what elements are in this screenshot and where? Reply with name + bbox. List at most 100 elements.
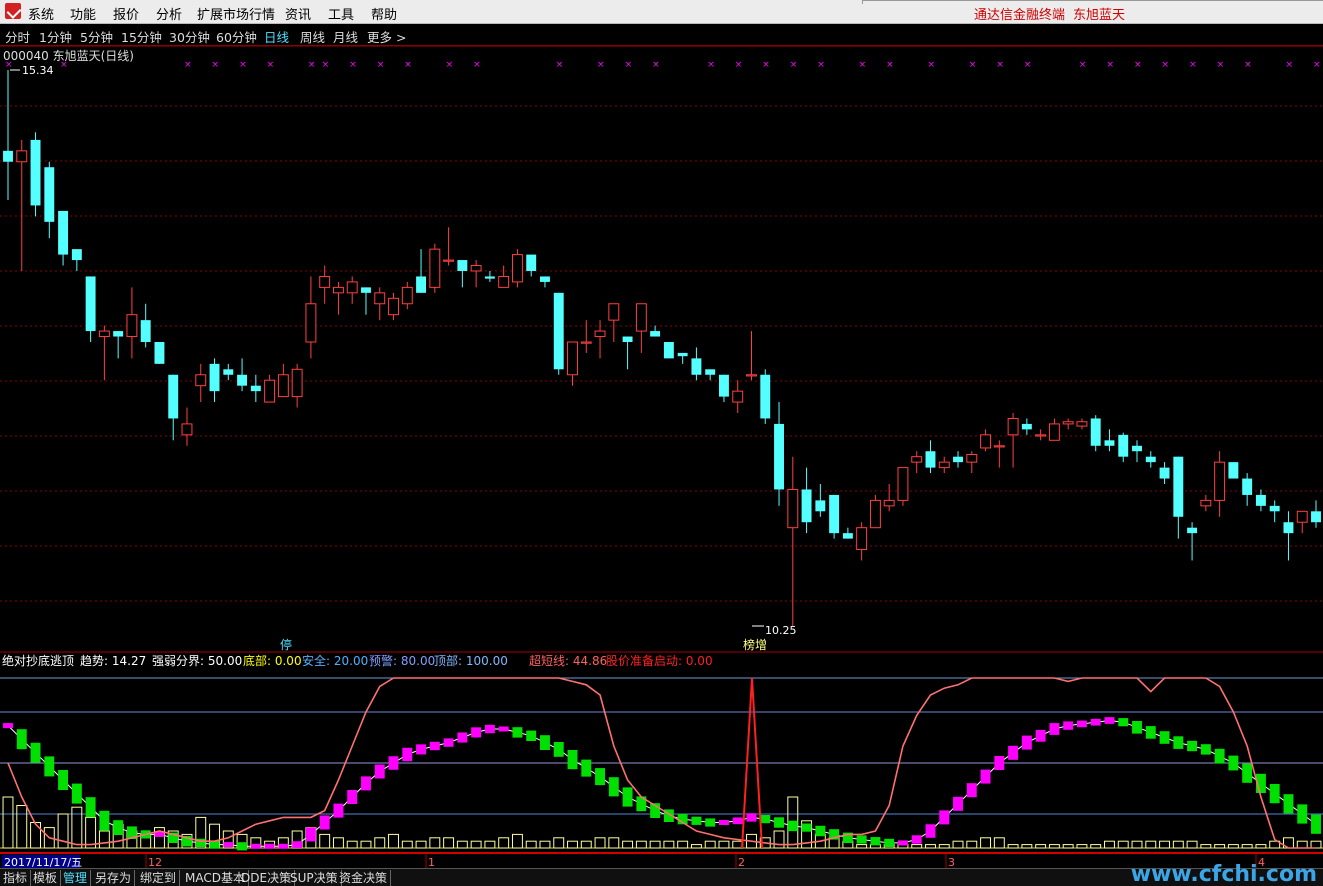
trend-block-rising xyxy=(471,727,482,738)
trend-block-rising xyxy=(994,756,1005,770)
volume-bar xyxy=(1241,844,1253,849)
trend-block-falling xyxy=(595,768,605,786)
trend-block-falling xyxy=(1187,740,1198,752)
period-tab-15min[interactable]: 15分钟 xyxy=(121,27,162,46)
signal-x-mark: × xyxy=(790,60,798,70)
trend-block-rising xyxy=(1008,745,1019,760)
volume-bar xyxy=(1007,844,1019,849)
period-tab-1min[interactable]: 1分钟 xyxy=(39,27,72,46)
footer-tab-manage[interactable]: 管理 xyxy=(60,870,92,886)
trend-block-rising xyxy=(953,796,963,811)
trend-block-rising xyxy=(732,817,743,825)
trend-block-falling xyxy=(237,842,248,851)
period-toolbar: 分时 1分钟 5分钟 15分钟 30分钟 60分钟 日线 周线 月线 更多 > xyxy=(0,24,1323,46)
candle-body-down xyxy=(30,139,41,206)
candle-body-down xyxy=(540,276,550,282)
candle-body-down xyxy=(1173,456,1184,517)
period-tab-monthly[interactable]: 月线 xyxy=(333,27,358,46)
signal-x-mark: × xyxy=(625,60,633,70)
trend-block-rising xyxy=(429,741,440,751)
date-tick-label: 2 xyxy=(738,856,745,868)
period-tab-5min[interactable]: 5分钟 xyxy=(80,27,113,46)
footer-tab-template[interactable]: 模板 xyxy=(30,870,62,886)
trend-block-rising xyxy=(980,769,991,784)
trend-block-falling xyxy=(1145,726,1156,739)
trend-block-rising xyxy=(374,764,385,779)
volume-bar xyxy=(608,837,620,849)
signal-x-mark: × xyxy=(267,60,275,70)
trend-block-falling xyxy=(622,787,633,807)
period-tab-daily[interactable]: 日线 xyxy=(264,27,289,46)
trend-block-falling xyxy=(787,820,798,832)
volume-bar xyxy=(1062,844,1074,849)
trend-block-falling xyxy=(608,777,619,797)
candle-body-up xyxy=(443,259,455,262)
menu-item-news[interactable]: 资讯 xyxy=(285,4,311,23)
menu-item-help[interactable]: 帮助 xyxy=(371,4,397,23)
volume-bar xyxy=(1255,844,1267,849)
candle-body-down xyxy=(1021,423,1032,430)
signal-x-mark: × xyxy=(60,60,68,70)
period-tab-timeshare[interactable]: 分时 xyxy=(5,27,30,46)
period-tab-weekly[interactable]: 周线 xyxy=(300,27,325,46)
volume-bar xyxy=(1117,840,1129,849)
trend-block-falling xyxy=(30,742,41,763)
signal-x-mark: × xyxy=(1162,60,1170,70)
volume-bar xyxy=(1227,844,1239,849)
volume-bar xyxy=(911,844,923,849)
volume-bar xyxy=(16,805,28,849)
volume-bar xyxy=(388,833,399,849)
menu-item-function[interactable]: 功能 xyxy=(70,4,96,23)
trend-block-falling xyxy=(581,759,592,777)
period-tab-more[interactable]: 更多 > xyxy=(367,27,406,46)
signal-x-mark: × xyxy=(1217,60,1225,70)
indicator-header: 绝对抄底逃顶 趋势: 14.27 强弱分界: 50.00 底部: 0.00 安全: 20… xyxy=(2,653,713,668)
volume-bar xyxy=(1186,840,1198,849)
signal-x-mark: × xyxy=(1244,60,1252,70)
volume-bar xyxy=(966,840,978,849)
volume-bar xyxy=(925,844,936,849)
candle-body-up xyxy=(1076,421,1088,427)
candle-body-up xyxy=(374,292,386,305)
candle-body-down xyxy=(1090,418,1101,446)
period-tab-30min[interactable]: 30分钟 xyxy=(169,27,210,46)
signal-x-mark: × xyxy=(969,60,977,70)
signal-x-mark: × xyxy=(5,60,13,70)
candle-body-down xyxy=(801,489,812,523)
indicator-value-label: 预警: 80.00 xyxy=(369,653,435,668)
signal-markers: × × × × × × × × × × × × × × × × × × × × × × × × × × × × × × × × × × × × × xyxy=(5,60,1321,70)
candle-body-down xyxy=(154,341,165,364)
footer-tab-indicator[interactable]: 指标 xyxy=(0,870,32,886)
menu-item-extended-market[interactable]: 扩展市场行情 xyxy=(197,4,275,23)
menu-item-analysis[interactable]: 分析 xyxy=(156,4,182,23)
volume-bar xyxy=(71,806,83,849)
main-chart-title: 000040 东旭蓝天(日线) xyxy=(3,49,134,63)
volume-bar xyxy=(484,840,496,849)
signal-x-mark: × xyxy=(886,60,894,70)
footer-tab-fund[interactable]: 资金决策 xyxy=(336,870,392,886)
menu-item-system[interactable]: 系统 xyxy=(28,4,54,23)
menu-item-quote[interactable]: 报价 xyxy=(113,4,139,23)
trend-block-rising xyxy=(484,724,495,734)
volume-bar xyxy=(1159,840,1171,849)
trend-block-falling xyxy=(99,810,110,831)
period-tab-60min[interactable]: 60分钟 xyxy=(216,27,257,46)
volume-bar xyxy=(635,840,647,849)
candle-body-down xyxy=(457,260,468,271)
footer-tab-save-as[interactable]: 另存为 xyxy=(92,870,136,886)
high-price-annotation: 15.34 xyxy=(10,64,54,77)
indicator-value-label: 趋势: 14.27 xyxy=(80,654,146,668)
volume-bar xyxy=(663,840,675,849)
volume-bar xyxy=(594,837,606,849)
signal-x-mark: × xyxy=(652,60,660,70)
volume-bar xyxy=(1145,840,1157,849)
footer-tab-bind-to[interactable]: 绑定到 xyxy=(137,870,181,886)
menu-item-tools[interactable]: 工具 xyxy=(328,4,354,23)
candle-body-down xyxy=(1145,456,1156,463)
chart-area[interactable]: 000040 东旭蓝天(日线) × × × × × × × × × × × × × × × × × × × × × × × ×… xyxy=(0,46,1323,868)
footer-tab-sup[interactable]: SUP决策 xyxy=(287,870,342,886)
volume-bar xyxy=(1035,844,1047,849)
candle-body-down xyxy=(223,369,234,375)
signal-x-mark: × xyxy=(1285,60,1293,70)
candle-body-down xyxy=(1283,522,1294,534)
